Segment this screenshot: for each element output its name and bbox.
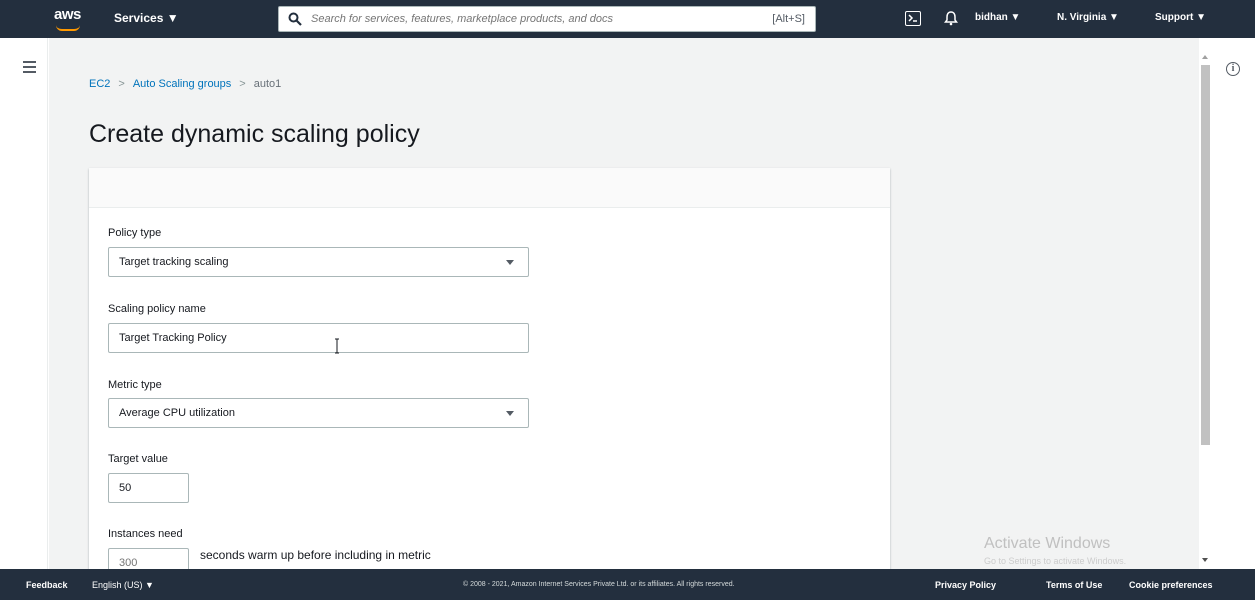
privacy-policy-link[interactable]: Privacy Policy bbox=[935, 580, 996, 590]
instances-need-label: Instances need bbox=[108, 528, 183, 540]
search-box[interactable]: [Alt+S] bbox=[278, 6, 816, 32]
top-navigation: aws Services ▼ [Alt+S] bidhan ▼ N. Virgi… bbox=[0, 0, 1255, 38]
user-menu[interactable]: bidhan ▼ bbox=[975, 12, 1020, 23]
policy-type-value: Target tracking scaling bbox=[119, 256, 229, 268]
caret-down-icon bbox=[506, 411, 514, 416]
region-menu[interactable]: N. Virginia ▼ bbox=[1057, 12, 1119, 23]
breadcrumb-separator: > bbox=[118, 78, 125, 90]
target-value-input[interactable] bbox=[108, 473, 189, 503]
aws-logo[interactable]: aws bbox=[54, 6, 84, 32]
terms-of-use-link[interactable]: Terms of Use bbox=[1046, 580, 1102, 590]
breadcrumb-separator: > bbox=[239, 78, 246, 90]
windows-activation-title: Activate Windows bbox=[984, 535, 1111, 552]
cloudshell-icon[interactable] bbox=[905, 11, 921, 26]
breadcrumb-auto-scaling-groups[interactable]: Auto Scaling groups bbox=[133, 78, 231, 90]
scroll-up-arrow[interactable] bbox=[1202, 55, 1208, 59]
page-title: Create dynamic scaling policy bbox=[89, 120, 420, 148]
warmup-suffix-text: seconds warm up before including in metr… bbox=[200, 548, 431, 562]
caret-down-icon bbox=[506, 260, 514, 265]
policy-type-select[interactable]: Target tracking scaling bbox=[108, 247, 529, 277]
main-content: EC2 > Auto Scaling groups > auto1 Create… bbox=[49, 38, 1199, 569]
text-cursor-icon bbox=[335, 338, 339, 354]
panel-header bbox=[89, 168, 890, 208]
footer: Feedback English (US) ▼ © 2008 - 2021, A… bbox=[0, 569, 1255, 600]
warmup-seconds-input[interactable] bbox=[108, 548, 189, 569]
cookie-preferences-link[interactable]: Cookie preferences bbox=[1129, 580, 1213, 590]
info-icon[interactable]: i bbox=[1226, 62, 1240, 76]
search-shortcut: [Alt+S] bbox=[772, 13, 805, 25]
services-menu[interactable]: Services ▼ bbox=[114, 11, 179, 25]
aws-smile-icon bbox=[56, 25, 80, 31]
aws-logo-text: aws bbox=[54, 6, 81, 23]
breadcrumb-ec2[interactable]: EC2 bbox=[89, 78, 110, 90]
breadcrumb: EC2 > Auto Scaling groups > auto1 bbox=[89, 78, 281, 90]
metric-type-label: Metric type bbox=[108, 379, 162, 391]
copyright-text: © 2008 - 2021, Amazon Internet Services … bbox=[463, 581, 735, 588]
support-menu[interactable]: Support ▼ bbox=[1155, 12, 1206, 23]
windows-activation-subtitle: Go to Settings to activate Windows. bbox=[984, 556, 1127, 566]
search-input[interactable] bbox=[311, 10, 741, 28]
metric-type-value: Average CPU utilization bbox=[119, 407, 235, 419]
left-rail bbox=[0, 38, 48, 569]
cloudshell-prompt-icon bbox=[908, 14, 917, 22]
language-selector[interactable]: English (US) ▼ bbox=[92, 580, 154, 590]
scrollbar-thumb[interactable] bbox=[1201, 65, 1210, 445]
search-icon bbox=[288, 12, 302, 26]
hamburger-icon[interactable] bbox=[23, 61, 36, 73]
scroll-down-arrow[interactable] bbox=[1202, 558, 1208, 562]
policy-type-label: Policy type bbox=[108, 227, 162, 239]
policy-name-input[interactable] bbox=[108, 323, 529, 353]
policy-name-label: Scaling policy name bbox=[108, 303, 206, 315]
metric-type-select[interactable]: Average CPU utilization bbox=[108, 398, 529, 428]
breadcrumb-current: auto1 bbox=[253, 78, 282, 90]
policy-form-panel: Policy type Target tracking scaling Scal… bbox=[89, 168, 890, 569]
bell-icon[interactable] bbox=[944, 10, 958, 26]
target-value-label: Target value bbox=[108, 453, 168, 465]
feedback-link[interactable]: Feedback bbox=[26, 580, 68, 590]
